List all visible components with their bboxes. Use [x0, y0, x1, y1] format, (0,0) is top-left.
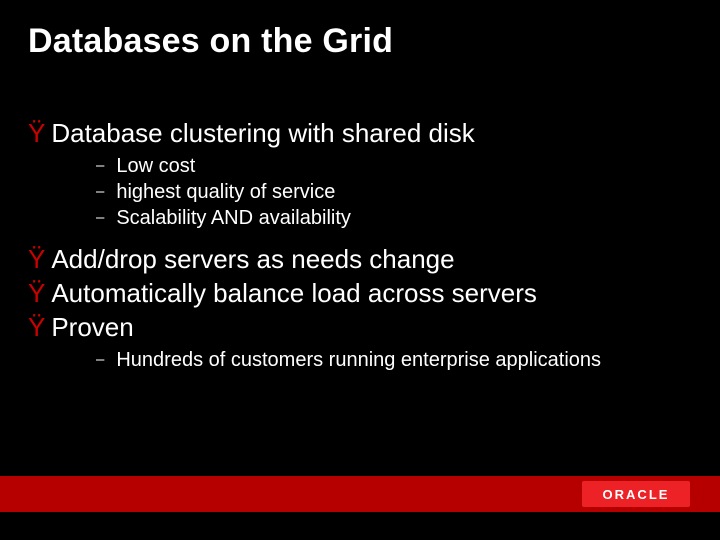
slide-content: Ÿ Database clustering with shared disk –…	[28, 118, 690, 386]
bullet-item: Ÿ Proven	[28, 312, 690, 342]
dash-icon: –	[96, 348, 104, 372]
bullet-glyph-icon: Ÿ	[28, 278, 45, 308]
sub-list: – Hundreds of customers running enterpri…	[96, 348, 690, 372]
sub-item: – Hundreds of customers running enterpri…	[96, 348, 690, 372]
dash-icon: –	[96, 154, 104, 178]
bullet-text: Automatically balance load across server…	[51, 278, 537, 308]
bullet-item: Ÿ Database clustering with shared disk	[28, 118, 690, 148]
bullet-item: Ÿ Add/drop servers as needs change	[28, 244, 690, 274]
sub-item: – Low cost	[96, 154, 690, 178]
sub-item: – highest quality of service	[96, 180, 690, 204]
bullet-glyph-icon: Ÿ	[28, 312, 45, 342]
sub-text: Scalability AND availability	[116, 206, 351, 230]
sub-list: – Low cost – highest quality of service …	[96, 154, 690, 230]
bullet-text: Add/drop servers as needs change	[51, 244, 454, 274]
sub-text: highest quality of service	[116, 180, 335, 204]
logo-text: ORACLE	[603, 487, 670, 502]
sub-text: Low cost	[116, 154, 195, 178]
bullet-glyph-icon: Ÿ	[28, 118, 45, 148]
bullet-item: Ÿ Automatically balance load across serv…	[28, 278, 690, 308]
sub-text: Hundreds of customers running enterprise…	[116, 348, 601, 372]
slide-title: Databases on the Grid	[28, 22, 393, 61]
bullet-glyph-icon: Ÿ	[28, 244, 45, 274]
oracle-logo: ORACLE	[582, 481, 690, 507]
bullet-text: Proven	[51, 312, 133, 342]
bullet-text: Database clustering with shared disk	[51, 118, 474, 148]
slide: Databases on the Grid Ÿ Database cluster…	[0, 0, 720, 540]
dash-icon: –	[96, 206, 104, 230]
sub-item: – Scalability AND availability	[96, 206, 690, 230]
dash-icon: –	[96, 180, 104, 204]
